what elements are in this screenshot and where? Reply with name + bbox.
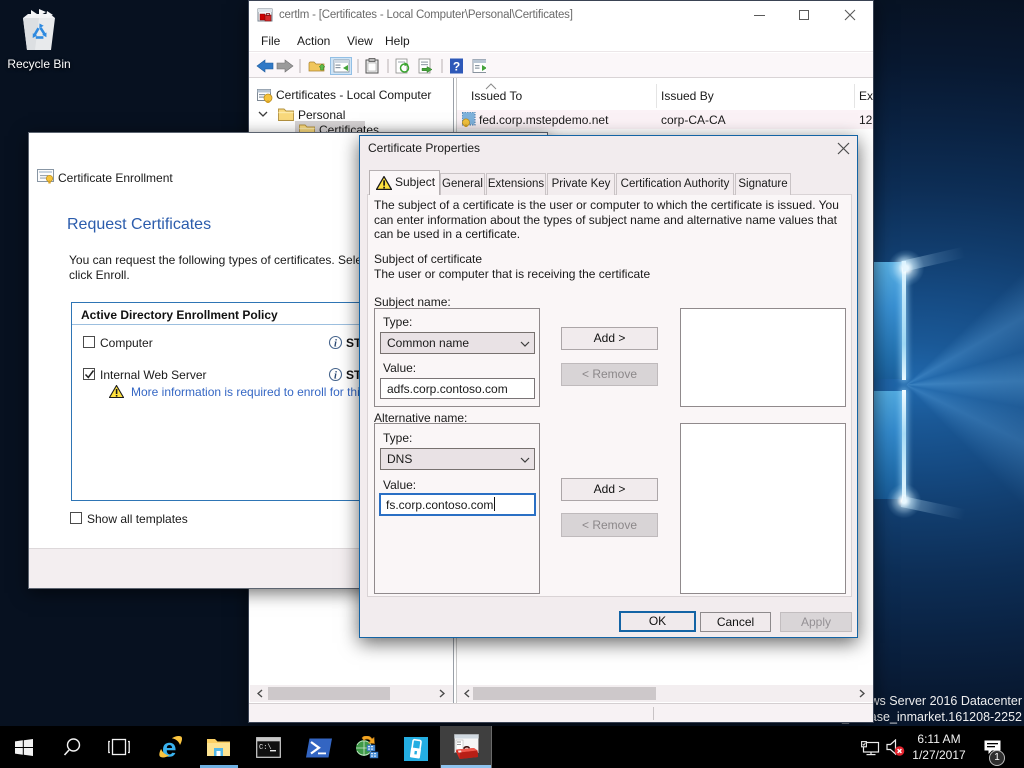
svg-text:?: ? — [453, 60, 460, 74]
svg-text:i: i — [334, 338, 337, 349]
svg-text:C:\: C:\ — [259, 744, 272, 752]
svg-text:i: i — [334, 370, 337, 381]
